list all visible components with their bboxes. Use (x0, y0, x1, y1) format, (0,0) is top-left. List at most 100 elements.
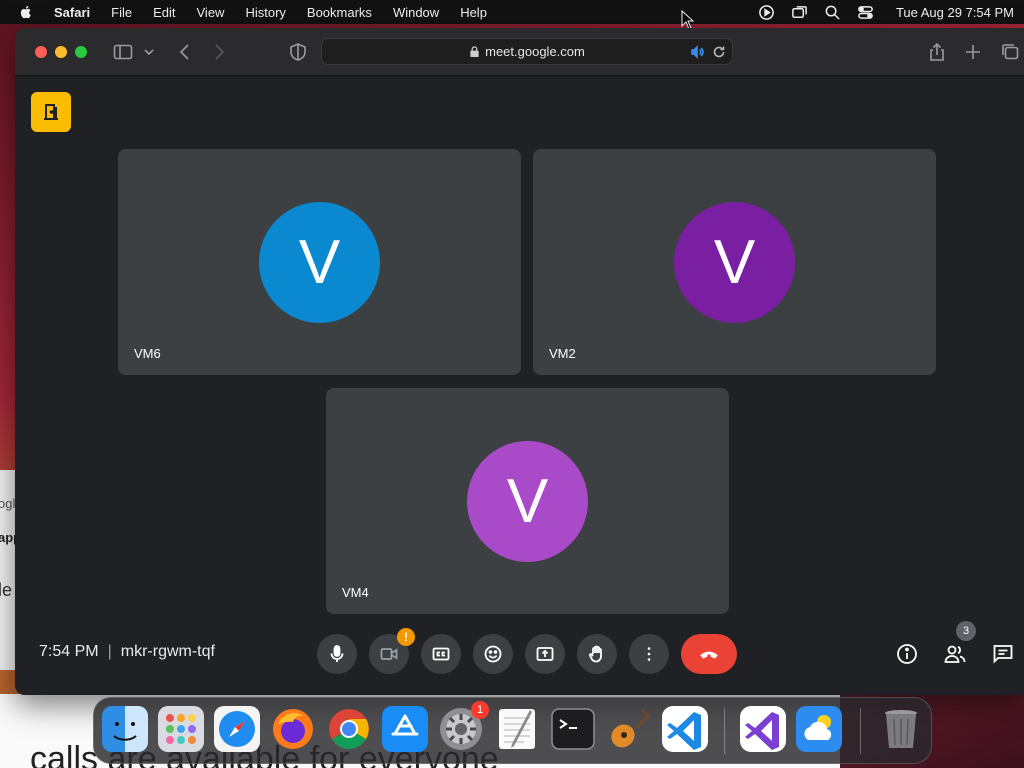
microphone-button[interactable] (317, 634, 357, 674)
present-screen-icon (536, 647, 554, 661)
share-icon[interactable] (927, 42, 947, 62)
forward-chevron-icon[interactable] (209, 42, 229, 62)
meeting-clock: 7:54 PM (39, 643, 99, 660)
speaker-icon[interactable] (690, 45, 704, 59)
dock-terminal[interactable] (550, 706, 596, 752)
address-bar[interactable]: meet.google.com (321, 38, 733, 65)
dock-weather[interactable] (796, 706, 842, 752)
guitar-icon (611, 708, 651, 748)
more-vertical-icon (647, 647, 651, 661)
camera-icon (380, 648, 398, 660)
safari-toolbar: meet.google.com (15, 28, 1024, 76)
present-screen-button[interactable] (525, 634, 565, 674)
screen-mirroring-icon[interactable] (791, 4, 808, 21)
dock-vscode[interactable] (662, 706, 708, 752)
meeting-info: 7:54 PM | mkr-rgwm-tqf (39, 643, 215, 661)
raise-hand-button[interactable] (577, 634, 617, 674)
menu-view[interactable]: View (197, 5, 225, 20)
tab-group-chevron-down-icon[interactable] (143, 42, 155, 62)
chat-button[interactable] (991, 642, 1015, 666)
background-window-edge: ogl app le (0, 470, 21, 670)
finder-icon (102, 706, 148, 752)
people-button[interactable] (943, 642, 967, 666)
bg-fragment: ogl (0, 496, 16, 511)
meeting-details-button[interactable] (895, 642, 919, 666)
meet-content: V VM6 V VM2 V VM4 7:54 PM | mkr-rgwm-tqf (15, 76, 1024, 695)
lock-icon (470, 46, 479, 57)
dock: 1 (93, 697, 932, 764)
dock-textedit[interactable] (494, 706, 540, 752)
people-count-badge: 3 (956, 621, 976, 641)
leave-call-button[interactable] (681, 634, 737, 674)
textedit-icon (499, 709, 535, 749)
menu-bookmarks[interactable]: Bookmarks (307, 5, 372, 20)
chrome-icon (329, 709, 369, 749)
sidebar-toggle-icon[interactable] (113, 42, 133, 62)
reload-icon[interactable] (712, 45, 726, 59)
reactions-button[interactable] (473, 634, 513, 674)
menu-edit[interactable]: Edit (153, 5, 175, 20)
spotlight-search-icon[interactable] (824, 4, 841, 21)
camera-button[interactable]: ! (369, 628, 415, 674)
control-center-icon[interactable] (857, 4, 874, 21)
menu-bar: Safari File Edit View History Bookmarks … (0, 0, 1024, 24)
closed-captions-icon (432, 647, 450, 661)
privacy-shield-icon[interactable] (288, 42, 308, 62)
dock-chrome[interactable] (326, 706, 372, 752)
zoom-window-button[interactable] (75, 45, 87, 58)
dock-trash[interactable] (878, 706, 924, 752)
dock-launchpad[interactable] (158, 706, 204, 752)
captions-button[interactable] (421, 634, 461, 674)
menu-help[interactable]: Help (460, 5, 487, 20)
dock-separator (724, 708, 725, 754)
hang-up-icon (700, 651, 718, 659)
url-text: meet.google.com (485, 44, 585, 59)
dock-system-settings[interactable]: 1 (438, 701, 489, 752)
terminal-icon (551, 708, 595, 750)
meeting-room-badge[interactable] (31, 92, 71, 132)
safari-window: meet.google.com V VM6 V VM2 V VM4 7:54 P… (15, 28, 1024, 695)
meeting-control-bar: 7:54 PM | mkr-rgwm-tqf ! 3 (15, 621, 1024, 684)
participant-name: VM6 (134, 346, 161, 361)
safari-compass-icon (214, 706, 260, 752)
menu-file[interactable]: File (111, 5, 132, 20)
menu-app-safari[interactable]: Safari (54, 5, 90, 20)
more-options-button[interactable] (629, 634, 669, 674)
dock-finder[interactable] (102, 706, 148, 752)
new-tab-plus-icon[interactable] (963, 42, 983, 62)
vscode-icon (667, 712, 701, 750)
back-chevron-icon[interactable] (175, 42, 195, 62)
camera-warning-badge: ! (397, 628, 415, 646)
visual-studio-icon (745, 712, 779, 750)
dock-garageband[interactable] (606, 706, 652, 752)
participant-tile-vm4[interactable]: V VM4 (326, 388, 729, 614)
participant-avatar: V (674, 202, 795, 323)
participant-tile-vm2[interactable]: V VM2 (533, 149, 936, 375)
tab-overview-icon[interactable] (1000, 42, 1020, 62)
dock-firefox[interactable] (270, 706, 316, 752)
apple-logo-icon[interactable] (18, 4, 34, 20)
menu-window[interactable]: Window (393, 5, 439, 20)
microphone-icon (330, 645, 344, 662)
close-window-button[interactable] (35, 45, 47, 58)
participant-name: VM4 (342, 585, 369, 600)
dock-app-store[interactable] (382, 706, 428, 752)
screen-recording-icon[interactable] (758, 4, 775, 21)
settings-update-badge: 1 (471, 701, 489, 719)
menubar-clock[interactable]: Tue Aug 29 7:54 PM (896, 5, 1014, 20)
trash-icon (885, 710, 917, 748)
dock-visual-studio[interactable] (740, 706, 786, 752)
dock-safari[interactable] (214, 706, 260, 752)
window-controls (35, 45, 87, 58)
participant-tile-vm6[interactable]: V VM6 (118, 149, 521, 375)
chat-icon (993, 645, 1013, 664)
menu-history[interactable]: History (245, 5, 285, 20)
minimize-window-button[interactable] (55, 45, 67, 58)
raise-hand-icon (589, 645, 602, 663)
launchpad-icon (158, 706, 204, 752)
emoji-icon (484, 645, 502, 663)
info-icon (897, 644, 917, 664)
firefox-icon (273, 709, 313, 749)
bg-fragment: le (0, 580, 13, 600)
meeting-code: mkr-rgwm-tqf (120, 643, 215, 660)
